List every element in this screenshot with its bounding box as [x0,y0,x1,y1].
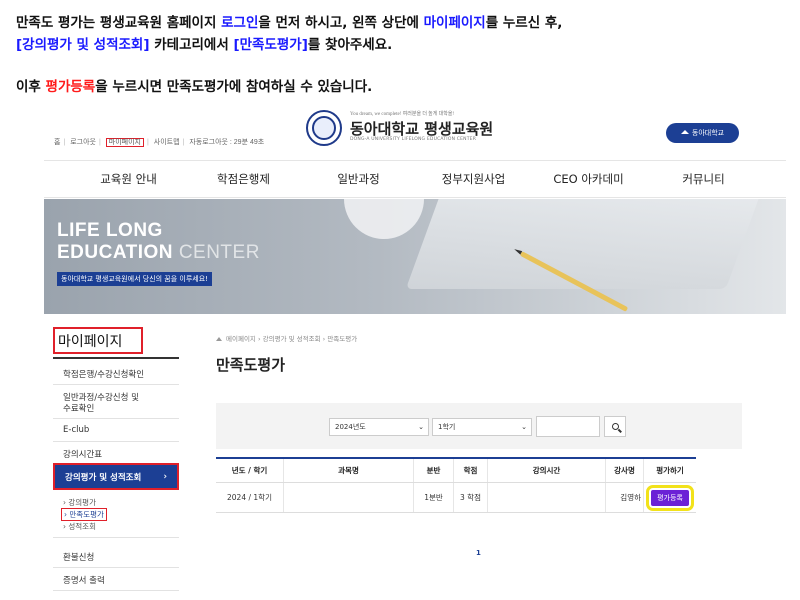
year-select[interactable]: 2024년도 ⌄ [329,418,429,436]
instruction-line-3: 이후 평가등록을 누르시면 만족도평가에 참여하실 수 있습니다. [16,79,373,95]
instruction-line-2: [강의평가 및 성적조회] 카테고리에서 [만족도평가]를 찾아주세요. [16,37,393,53]
nav-item-ceo-academy[interactable]: CEO 아카데미 [531,161,646,197]
nav-item-credit-bank[interactable]: 학점은행제 [186,161,301,197]
breadcrumb-text: 메이페이지 › 강의평가 및 성적조회 › 만족도평가 [226,335,358,343]
university-home-label: 동아대학교 [691,129,725,137]
nav-item-general-course[interactable]: 일반과정 [301,161,416,197]
col-credit: 학점 [454,459,488,482]
university-seal-icon [306,110,342,146]
col-year-term: 년도 / 학기 [216,459,284,482]
divider [53,418,179,419]
nav-item-community[interactable]: 커뮤니티 [646,161,761,197]
divider [53,384,179,385]
evaluation-register-button[interactable]: 평가등록 [646,484,694,511]
divider [53,537,179,538]
site-logo[interactable]: You dream, we complete! 여러분을 더 높게 대학을! 동… [306,108,546,148]
chevron-right-icon: › [163,471,167,482]
banner-subtitle: 동아대학교 평생교육원에서 당신의 꿈을 이루세요! [57,272,212,286]
col-subject: 과목명 [284,459,414,482]
sidebar-item-eclub[interactable]: E-club [63,425,89,435]
instruction-line-1: 만족도 평가는 평생교육원 홈페이지 로그인을 먼저 하시고, 왼쪽 상단에 마… [16,15,563,31]
col-evaluate: 평가하기 [656,466,684,475]
divider [53,590,179,591]
global-nav: 교육원 안내 학점은행제 일반과정 정부지원사업 CEO 아카데미 커뮤니티 [44,160,786,198]
search-input[interactable] [536,416,600,437]
sidebar-sub-grade-inquiry[interactable]: › 성적조회 [63,521,96,532]
sidebar-sub-lecture-evaluation[interactable]: › 강의평가 [63,497,96,508]
search-button[interactable] [604,416,626,437]
evaluation-table: 년도 / 학기 과목명 분반 학점 강의시간 강사명 평가하기 2024 / 1… [216,457,696,513]
col-section: 분반 [414,459,454,482]
utility-links: 홈 | 로그아웃 | 마이페이지 | 사이트맵 | 자동로그아웃 : 29분 49초 [54,138,265,147]
auto-logout-timer: 자동로그아웃 : 29분 49초 [189,139,265,146]
university-home-button[interactable]: 동아대학교 [666,123,739,143]
site-screenshot: 홈 | 로그아웃 | 마이페이지 | 사이트맵 | 자동로그아웃 : 29분 49초 Y… [44,100,786,600]
logo-slogan: You dream, we complete! 여러분을 더 높게 대학을! [350,112,455,117]
cell-year-term: 2024 / 1학기 [216,483,284,512]
divider [53,441,179,442]
home-icon [216,337,222,341]
cell-instructor: 김영하 [606,483,644,512]
cell-lecture-time [488,483,606,512]
sidebar-active-label: 강의평가 및 성적조회 [65,472,142,483]
pagination-page-1[interactable]: 1 [476,549,481,557]
sidebar-sub-satisfaction-evaluation[interactable]: › 만족도평가 [61,508,107,521]
home-link[interactable]: 홈 [54,139,60,146]
sidebar-item-certificate[interactable]: 증명서 출력 [63,574,105,586]
table-row: 2024 / 1학기 1분반 3 학점 김영하 평가등록 [216,483,696,513]
banner-title-line-1: LIFE LONG [57,220,163,241]
sidebar-item-general-course-2[interactable]: 수료확인 [63,402,94,414]
sitemap-link[interactable]: 사이트맵 [154,139,180,146]
banner-title-line-2: EDUCATION CENTER [57,242,260,263]
sidebar-item-evaluation-grades[interactable]: 강의평가 및 성적조회 › [53,463,179,490]
col-lecture-time: 강의시간 [488,459,606,482]
sidebar-item-credit-bank[interactable]: 학점은행/수강신청확인 [63,368,144,380]
sidebar-title-underline [53,357,179,359]
table-header-row: 년도 / 학기 과목명 분반 학점 강의시간 강사명 평가하기 [216,459,696,483]
sidebar: 마이페이지 학점은행/수강신청확인 일반과정/수강신청 및 수료확인 E-clu… [53,327,179,591]
sidebar-item-timetable[interactable]: 강의시간표 [63,448,102,460]
logout-link[interactable]: 로그아웃 [70,139,96,146]
search-icon [611,423,619,430]
banner-laptop-image [405,199,763,289]
term-select-value: 1학기 [438,423,456,431]
nav-item-about[interactable]: 교육원 안내 [71,161,186,197]
banner-cup-image [344,199,424,239]
cell-section: 1분반 [414,483,454,512]
mypage-link[interactable]: 마이페이지 [105,138,144,147]
cell-subject [284,483,414,512]
logo-name: 동아대학교 평생교육원 [350,120,494,138]
filter-bar: 2024년도 ⌄ 1학기 ⌄ [216,403,742,449]
sidebar-item-refund[interactable]: 환불신청 [63,551,94,563]
nav-item-gov-support[interactable]: 정부지원사업 [416,161,531,197]
col-instructor: 강사명 [606,459,644,482]
logo-english-name: DONG-A UNIVERSITY LIFELONG EDUCATION CEN… [350,137,477,142]
divider [53,567,179,568]
cell-credit: 3 학점 [454,483,488,512]
sidebar-title: 마이페이지 [53,327,143,354]
page-title: 만족도평가 [216,356,286,374]
hero-banner: LIFE LONG EDUCATION CENTER 동아대학교 평생교육원에서… [44,199,786,314]
year-select-value: 2024년도 [335,423,366,431]
cell-evaluate: 평가등록 [644,483,696,512]
home-icon [680,130,689,134]
breadcrumb: 메이페이지 › 강의평가 및 성적조회 › 만족도평가 [216,333,357,343]
chevron-down-icon: ⌄ [521,423,527,431]
term-select[interactable]: 1학기 ⌄ [432,418,532,436]
chevron-down-icon: ⌄ [418,423,424,431]
